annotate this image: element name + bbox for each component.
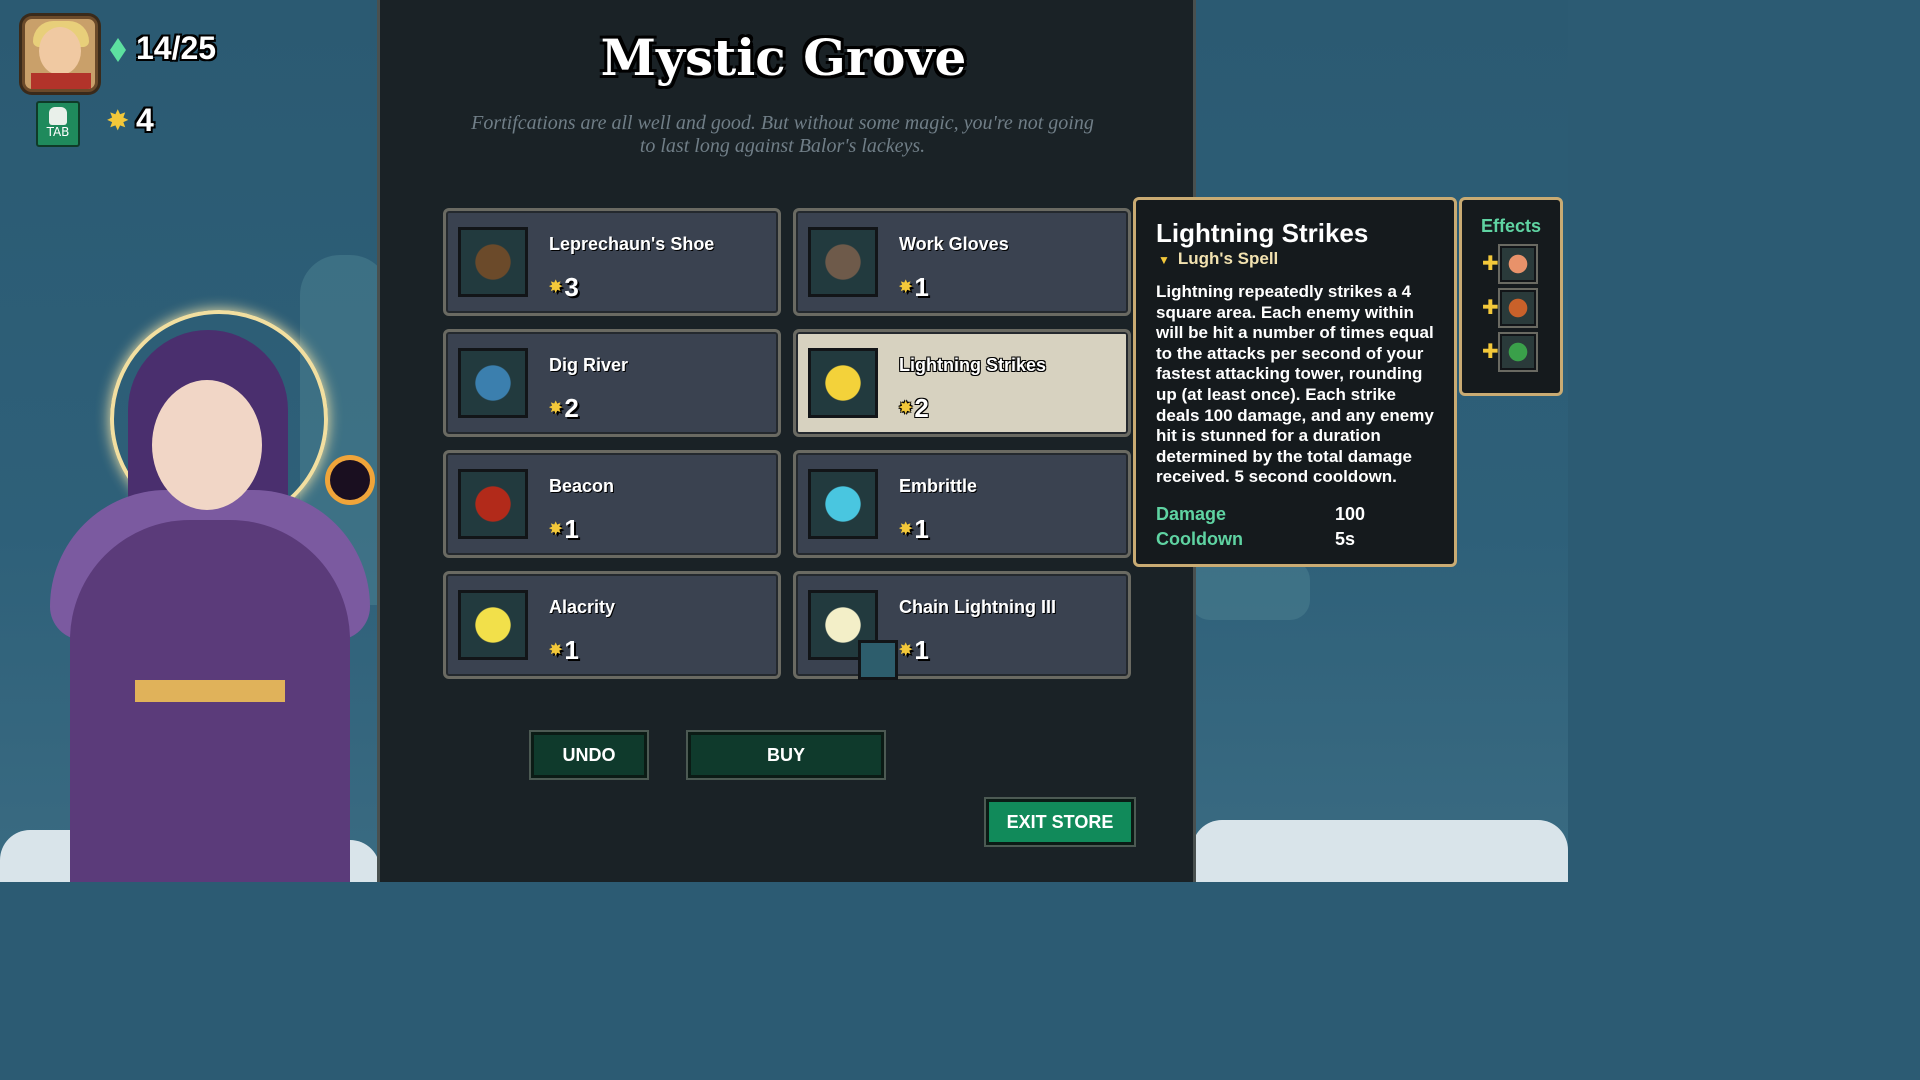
store-title: Mystic Grove xyxy=(600,28,967,87)
shield-icon xyxy=(808,469,878,539)
inventory-tab-button[interactable]: TAB xyxy=(36,101,80,147)
item-cost: ✸1 xyxy=(549,635,579,666)
store-item-card[interactable]: Beacon ✸1 xyxy=(443,450,781,558)
backpack-icon xyxy=(49,107,67,125)
store-item-card[interactable]: Alacrity ✸1 xyxy=(443,571,781,679)
plus-icon: ✚ xyxy=(1482,339,1499,363)
stat-value: 100 xyxy=(1335,504,1366,524)
exit-store-button[interactable]: EXIT STORE xyxy=(986,799,1134,845)
effect-row[interactable]: ✚ xyxy=(1482,290,1552,326)
effects-panel: Effects ✚ ✚ ✚ xyxy=(1459,197,1563,396)
triangle-icon: ▼ xyxy=(1158,253,1170,267)
item-cost-value: 1 xyxy=(914,635,929,665)
item-cost-value: 1 xyxy=(914,272,929,302)
item-cost: ✸2 xyxy=(899,393,929,424)
item-name: Lightning Strikes xyxy=(899,355,1047,375)
stat-label: Damage xyxy=(1156,504,1227,524)
item-cost-value: 1 xyxy=(914,514,929,544)
player-portrait xyxy=(22,16,98,92)
tooltip-title: Lightning Strikes xyxy=(1156,218,1369,248)
star-currency-icon: ✸ xyxy=(549,521,563,538)
store-subtitle: Fortifcations are all well and good. But… xyxy=(471,112,1094,157)
store-item-card[interactable]: Leprechaun's Shoe ✸3 xyxy=(443,208,781,316)
buy-button[interactable]: BUY xyxy=(688,732,884,778)
effect-row[interactable]: ✚ xyxy=(1482,334,1552,370)
item-cost-value: 2 xyxy=(914,393,929,423)
gem-counter: 14/25 xyxy=(136,30,217,66)
star-currency-icon: ✸ xyxy=(899,400,913,417)
store-item-card[interactable]: Embrittle ✸1 xyxy=(793,450,1131,558)
tooltip-subtitle: ▼ Lugh's Spell xyxy=(1158,249,1278,269)
item-cost: ✸1 xyxy=(899,635,929,666)
item-cost: ✸2 xyxy=(549,393,579,424)
item-cost-value: 1 xyxy=(564,514,579,544)
store-item-card[interactable]: Work Gloves ✸1 xyxy=(793,208,1131,316)
item-cost: ✸3 xyxy=(549,272,579,303)
tooltip-subtitle-text: Lugh's Spell xyxy=(1177,249,1279,268)
item-name: Dig River xyxy=(549,355,629,375)
item-name: Embrittle xyxy=(899,476,978,496)
clover-icon xyxy=(1500,334,1536,370)
lightning-icon xyxy=(808,348,878,418)
star-currency-icon: ✸ xyxy=(899,521,913,538)
effect-row[interactable]: ✚ xyxy=(1482,246,1552,282)
store-item-card[interactable]: Dig River ✸2 xyxy=(443,329,781,437)
tooltip-description: Lightning repeatedly strikes a 4 square … xyxy=(1156,282,1434,487)
item-cost: ✸1 xyxy=(899,272,929,303)
alacrity-icon xyxy=(458,590,528,660)
glove-icon xyxy=(808,227,878,297)
star-currency-icon: ✸ xyxy=(899,642,913,659)
tab-label: TAB xyxy=(46,125,70,139)
item-name: Beacon xyxy=(549,476,615,496)
fist-icon xyxy=(1500,246,1536,282)
upgrade-badge-icon xyxy=(858,640,898,680)
background-cloud xyxy=(1192,820,1568,882)
item-cost-value: 1 xyxy=(564,635,579,665)
item-name: Work Gloves xyxy=(899,234,1009,254)
effects-title: Effects xyxy=(1480,216,1542,236)
shopkeeper-character xyxy=(40,290,380,882)
plus-icon: ✚ xyxy=(1482,251,1499,275)
plus-icon: ✚ xyxy=(1482,295,1499,319)
item-cost: ✸1 xyxy=(549,514,579,545)
stat-label: Cooldown xyxy=(1156,529,1243,549)
star-currency-icon: ✸ xyxy=(106,104,130,137)
boot-icon xyxy=(458,227,528,297)
store-item-card[interactable]: Lightning Strikes ✸2 xyxy=(793,329,1131,437)
stat-damage: Damage 100 xyxy=(1156,504,1365,525)
stat-value: 5s xyxy=(1335,529,1356,549)
river-scroll-icon xyxy=(458,348,528,418)
dark-orb-icon xyxy=(330,460,370,500)
star-currency-icon: ✸ xyxy=(899,279,913,296)
beacon-tower-icon xyxy=(458,469,528,539)
undo-button[interactable]: UNDO xyxy=(531,732,647,778)
item-tooltip: Lightning Strikes ▼ Lugh's Spell Lightnin… xyxy=(1133,197,1457,567)
star-currency-icon: ✸ xyxy=(549,279,563,296)
item-name: Leprechaun's Shoe xyxy=(549,234,715,254)
item-cost-value: 3 xyxy=(564,272,579,302)
stat-cooldown: Cooldown 5s xyxy=(1156,529,1355,550)
crab-icon xyxy=(1500,290,1536,326)
item-cost-value: 2 xyxy=(564,393,579,423)
star-currency-icon: ✸ xyxy=(549,400,563,417)
item-name: Chain Lightning III xyxy=(899,597,1056,617)
item-cost: ✸1 xyxy=(899,514,929,545)
star-counter: 4 xyxy=(136,102,154,138)
background-foliage xyxy=(1190,560,1310,620)
store-item-card[interactable]: Chain Lightning III ✸1 xyxy=(793,571,1131,680)
star-currency-icon: ✸ xyxy=(549,642,563,659)
item-name: Alacrity xyxy=(549,597,616,617)
